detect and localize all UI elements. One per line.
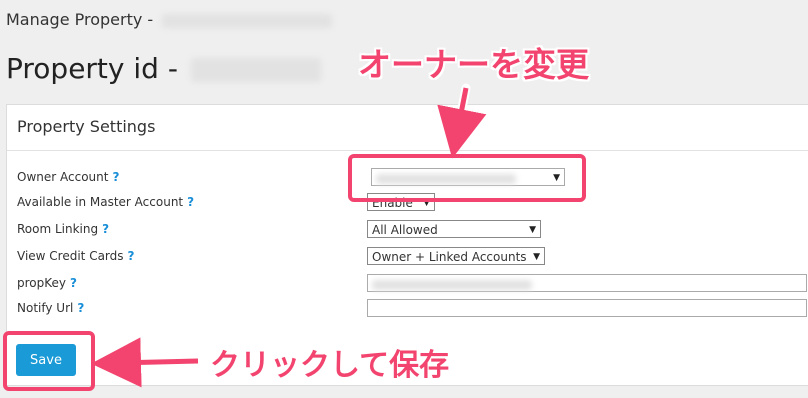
notify-url-input[interactable] — [367, 299, 807, 317]
change-owner-annotation: オーナーを変更 — [358, 45, 589, 84]
room-linking-label: Room Linking? — [17, 222, 110, 236]
redacted-property-name — [162, 13, 333, 28]
notify-url-help-icon[interactable]: ? — [77, 301, 84, 315]
page-title-text: Property id - — [6, 52, 187, 85]
owner-account-help-icon[interactable]: ? — [112, 170, 119, 184]
owner-account-label: Owner Account? — [17, 170, 120, 184]
breadcrumb: Manage Property - — [6, 10, 333, 29]
owner-account-highlight-box — [348, 154, 586, 202]
click-to-save-annotation: クリックして保存 — [210, 348, 450, 383]
save-button-highlight-box — [3, 331, 95, 391]
view-credit-cards-label: View Credit Cards? — [17, 249, 135, 263]
redacted-property-id — [190, 58, 321, 82]
available-master-label: Available in Master Account? — [17, 195, 195, 209]
breadcrumb-text: Manage Property - — [6, 10, 159, 29]
page-title: Property id - — [6, 52, 321, 85]
view-credit-cards-select[interactable]: Owner + Linked Accounts ▼ — [367, 247, 545, 265]
chevron-down-icon: ▼ — [533, 252, 540, 262]
available-master-help-icon[interactable]: ? — [187, 195, 194, 209]
room-linking-select[interactable]: All Allowed ▼ — [367, 220, 541, 238]
view-credit-cards-help-icon[interactable]: ? — [128, 249, 135, 263]
propkey-help-icon[interactable]: ? — [70, 276, 77, 290]
panel-title: Property Settings — [7, 105, 808, 151]
notify-url-label: Notify Url? — [17, 301, 85, 315]
redacted-propkey — [372, 280, 532, 290]
room-linking-help-icon[interactable]: ? — [102, 222, 109, 236]
propkey-input[interactable] — [367, 274, 807, 292]
propkey-label: propKey? — [17, 276, 77, 290]
chevron-down-icon: ▼ — [529, 225, 536, 235]
